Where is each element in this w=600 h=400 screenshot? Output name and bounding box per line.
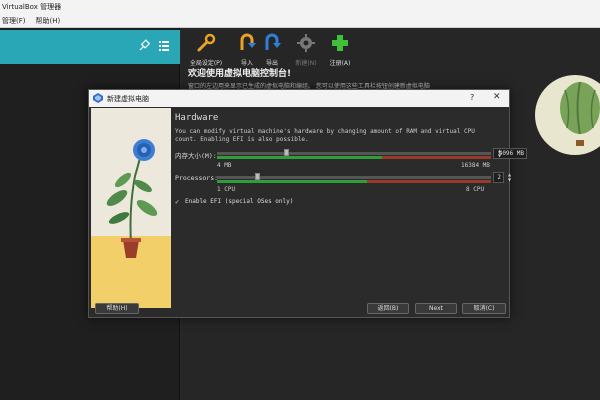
- virtualbox-icon: [93, 93, 103, 103]
- processors-slider-handle[interactable]: [255, 173, 261, 180]
- check-icon: ✓: [175, 198, 180, 206]
- processors-over-range: [367, 180, 491, 183]
- plus-icon: [332, 35, 348, 51]
- register-label: 注册(A): [329, 60, 351, 67]
- efi-label: Enable EFI (special OSes only): [185, 198, 294, 205]
- new-vm-dialog: 新建虚拟电脑 ? ✕ Hardware You can modify virtu…: [88, 89, 527, 318]
- memory-label: 内存大小(M):: [175, 152, 217, 160]
- processors-spinbox[interactable]: 2: [493, 172, 504, 183]
- wrench-icon: [197, 33, 216, 52]
- register-button[interactable]: 注册(A): [320, 32, 360, 67]
- memory-min: 4 MB: [217, 162, 232, 169]
- processors-spin-arrows[interactable]: ▲ ▼: [506, 172, 513, 183]
- window-title-bar: VirtualBox 管理器: [0, 0, 600, 14]
- help-button[interactable]: 帮助(H): [95, 303, 139, 314]
- memory-max: 16384 MB: [461, 162, 490, 169]
- export-arrow-icon: [265, 33, 281, 50]
- memory-over-range: [382, 156, 491, 159]
- dialog-title-bar: 新建虚拟电脑 ? ✕: [89, 90, 509, 107]
- flower-pot-illustration: [91, 108, 171, 308]
- tools-header[interactable]: [0, 30, 180, 64]
- processors-max: 8 CPU: [466, 186, 485, 193]
- page-heading: Hardware: [175, 113, 219, 123]
- menu-help[interactable]: 帮助(H): [36, 16, 61, 26]
- menu-list-icon[interactable]: [157, 39, 171, 53]
- memory-slider[interactable]: [217, 152, 491, 155]
- memory-ok-range: [217, 156, 382, 159]
- hot-air-balloon-illustration: [535, 75, 600, 155]
- processors-min: 1 CPU: [217, 186, 236, 193]
- dialog-help-button[interactable]: ?: [470, 93, 474, 102]
- dialog-title: 新建虚拟电脑: [107, 95, 149, 103]
- memory-spin-arrows[interactable]: ▲ ▼: [496, 148, 503, 159]
- menu-bar: 管理(F) 帮助(H): [0, 14, 600, 28]
- efi-checkbox[interactable]: ✓ Enable EFI (special OSes only): [175, 198, 294, 206]
- cancel-button[interactable]: 取消(C): [462, 303, 506, 314]
- gear-icon: [297, 34, 315, 52]
- pin-icon[interactable]: [137, 39, 151, 53]
- window-title: VirtualBox 管理器: [2, 3, 62, 11]
- processors-ok-range: [217, 180, 367, 183]
- next-button[interactable]: Next: [415, 303, 457, 314]
- back-button[interactable]: 返回(B): [367, 303, 409, 314]
- description-line-1: You can modify virtual machine's hardwar…: [175, 128, 475, 135]
- page-description: You can modify virtual machine's hardwar…: [175, 128, 475, 144]
- memory-slider-handle[interactable]: [284, 149, 290, 156]
- welcome-title: 欢迎使用虚拟电脑控制台!: [188, 69, 292, 79]
- description-line-2: count. Enabling EFI is also possible.: [175, 136, 309, 143]
- dialog-close-button[interactable]: ✕: [493, 92, 501, 102]
- processors-label: Processors:: [175, 174, 219, 182]
- global-settings-button[interactable]: 全局设定(P): [186, 32, 226, 67]
- menu-manage[interactable]: 管理(F): [2, 16, 26, 26]
